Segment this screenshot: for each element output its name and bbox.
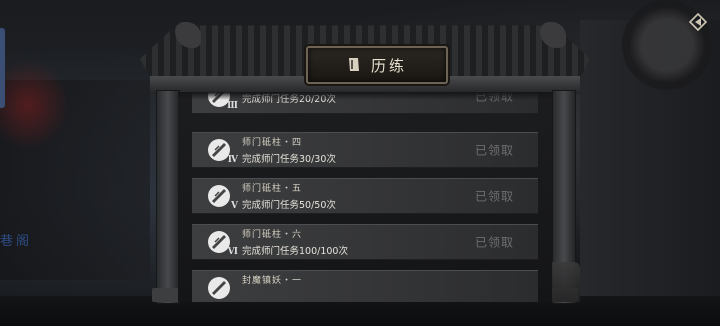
quest-desc: 完成师门任务30/30次 bbox=[242, 154, 336, 165]
quest-row[interactable]: Ⅴ 师门砥柱・五 完成师门任务50/50次 已领取 bbox=[192, 178, 538, 214]
quest-numeral: Ⅳ bbox=[227, 155, 238, 165]
scroll-icon: Ⅴ bbox=[206, 183, 238, 211]
background-sign: 巷阁 bbox=[0, 234, 33, 249]
quest-name: 师门砥柱・六 bbox=[242, 230, 303, 240]
quest-numeral: Ⅴ bbox=[231, 201, 238, 211]
close-icon[interactable] bbox=[686, 10, 710, 34]
quest-numeral: Ⅲ bbox=[227, 101, 238, 111]
quest-name: 师门砥柱・五 bbox=[242, 184, 303, 194]
quest-list[interactable]: Ⅲ 完成师门任务20/20次 已领取 Ⅳ 师门砥柱・四 完成师门任务30/30次… bbox=[178, 92, 552, 302]
side-drawer-tab[interactable] bbox=[0, 28, 5, 108]
book-icon bbox=[347, 57, 361, 73]
scroll-icon bbox=[206, 275, 232, 301]
quest-name: 封魔镇妖・一 bbox=[242, 276, 303, 286]
gate-pillar-left bbox=[156, 90, 180, 304]
claimed-status: 已领取 bbox=[474, 189, 514, 204]
quest-numeral: Ⅵ bbox=[227, 247, 238, 257]
quest-desc: 完成师门任务50/50次 bbox=[242, 200, 336, 211]
claimed-status: 已领取 bbox=[474, 235, 514, 250]
claimed-status: 已领取 bbox=[474, 143, 514, 158]
quest-name: 师门砥柱・四 bbox=[242, 138, 303, 148]
quest-row[interactable]: 封魔镇妖・一 bbox=[192, 270, 538, 302]
list-fade bbox=[178, 92, 552, 100]
scroll-icon: Ⅵ bbox=[206, 229, 238, 257]
background-tree bbox=[0, 60, 70, 150]
quest-desc: 完成师门任务100/100次 bbox=[242, 246, 348, 257]
scroll-icon: Ⅳ bbox=[206, 137, 238, 165]
quest-row[interactable]: Ⅵ 师门砥柱・六 完成师门任务100/100次 已领取 bbox=[192, 224, 538, 260]
panel-title: 历练 bbox=[370, 56, 407, 75]
panel-title-plaque: 历练 bbox=[306, 46, 448, 84]
quest-row[interactable]: Ⅳ 师门砥柱・四 完成师门任务30/30次 已领取 bbox=[192, 132, 538, 168]
